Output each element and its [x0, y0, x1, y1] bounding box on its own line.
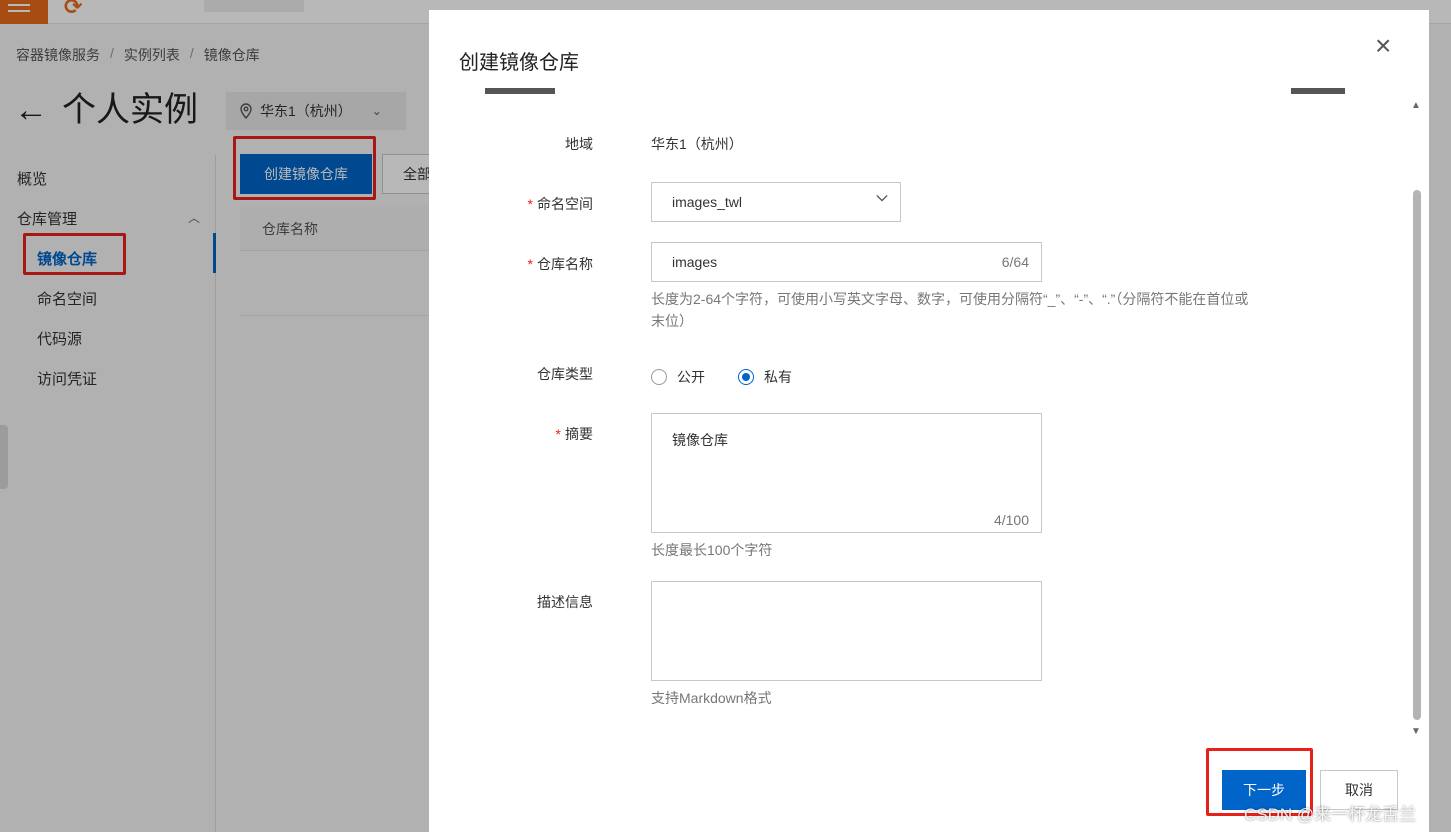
- region-label: 地域: [565, 136, 593, 152]
- scroll-up-icon[interactable]: ▲: [1411, 100, 1421, 111]
- scrolled-section-header: [485, 88, 1355, 98]
- radio-icon: [651, 369, 667, 385]
- summary-textarea-value: 镜像仓库: [672, 432, 728, 448]
- radio-public[interactable]: 公开: [651, 367, 705, 387]
- repo-name-label-text: 仓库名称: [537, 256, 593, 272]
- chevron-down-icon: [876, 194, 888, 202]
- namespace-label-text: 命名空间: [537, 196, 593, 212]
- description-textarea[interactable]: [651, 581, 1042, 681]
- required-mark: *: [555, 426, 561, 442]
- description-hint: 支持Markdown格式: [651, 690, 772, 706]
- summary-hint: 长度最长100个字符: [651, 542, 773, 558]
- summary-label-text: 摘要: [565, 426, 593, 442]
- region-value: 华东1（杭州）: [651, 136, 743, 152]
- repo-name-hint: 长度为2-64个字符，可使用小写英文字母、数字，可使用分隔符“_”、“-”、“.…: [651, 288, 1248, 332]
- namespace-label: * 命名空间: [453, 194, 593, 214]
- repo-type-label: 仓库类型: [537, 366, 593, 382]
- description-label: 描述信息: [537, 594, 593, 610]
- radio-private[interactable]: 私有: [738, 367, 792, 387]
- summary-counter: 4/100: [993, 512, 1029, 528]
- dialog-title: 创建镜像仓库: [459, 52, 579, 74]
- summary-textarea[interactable]: 镜像仓库 4/100: [651, 413, 1042, 533]
- create-repo-dialog: 创建镜像仓库 × ▲ ▼ 地域 华东1（杭州） * 命名空间 images_twl…: [429, 10, 1429, 832]
- scrollbar-thumb[interactable]: [1413, 190, 1421, 720]
- repo-name-counter: 6/64: [1001, 254, 1029, 270]
- repo-name-input[interactable]: images 6/64: [651, 242, 1042, 282]
- required-mark: *: [527, 256, 533, 272]
- repo-name-input-value: images: [672, 254, 718, 270]
- radio-private-label: 私有: [764, 369, 792, 385]
- dialog-scrollbar[interactable]: ▲ ▼: [1410, 98, 1424, 748]
- namespace-select[interactable]: images_twl: [651, 182, 901, 222]
- namespace-select-value: images_twl: [672, 194, 743, 210]
- repo-name-label: * 仓库名称: [453, 254, 593, 274]
- watermark-text: CSDN @来一杯龙舌兰: [1244, 805, 1417, 824]
- radio-checked-icon: [738, 369, 754, 385]
- scroll-down-icon[interactable]: ▼: [1411, 726, 1421, 737]
- radio-public-label: 公开: [677, 369, 705, 385]
- repo-name-hint-line: 末位）: [651, 313, 693, 329]
- summary-label: * 摘要: [453, 424, 593, 444]
- close-icon[interactable]: ×: [1375, 32, 1391, 60]
- repo-name-hint-line: 长度为2-64个字符，可使用小写英文字母、数字，可使用分隔符“_”、“-”、“.…: [651, 291, 1249, 307]
- required-mark: *: [527, 196, 533, 212]
